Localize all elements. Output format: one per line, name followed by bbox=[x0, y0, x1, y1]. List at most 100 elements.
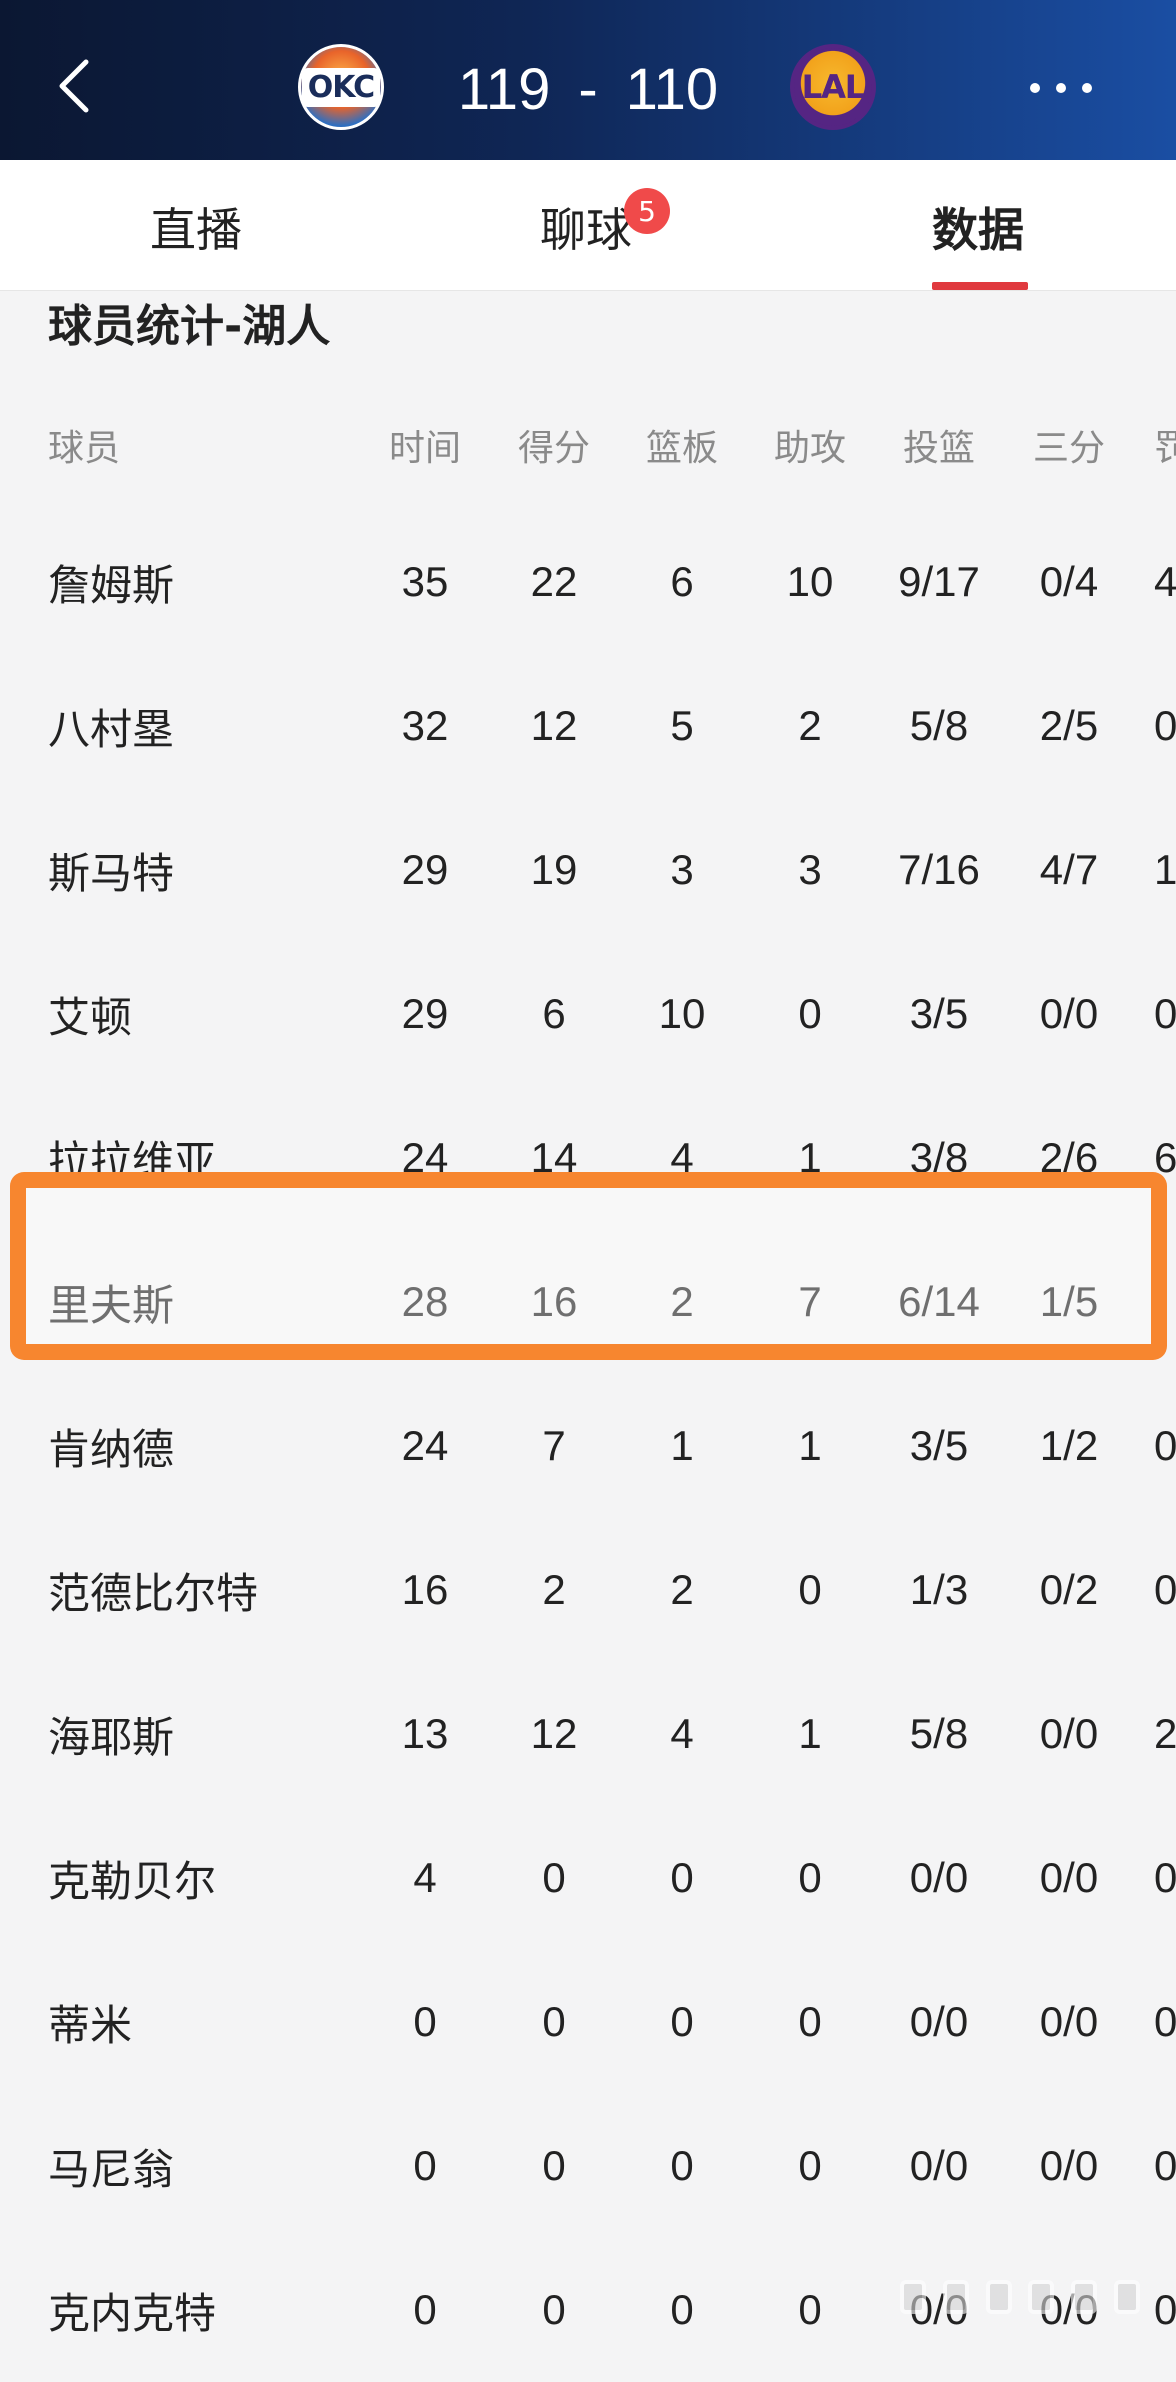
stat-cell: 0/2 bbox=[1039, 1566, 1099, 1613]
stat-cell: 2 bbox=[542, 1566, 566, 1613]
stat-cell: 19 bbox=[530, 846, 578, 893]
stat-cell: 0/0 bbox=[909, 2142, 969, 2189]
stat-cell: 1 bbox=[670, 1422, 694, 1469]
stat-cell: 6 bbox=[542, 990, 566, 1037]
player-name[interactable]: 八村塁 bbox=[48, 654, 368, 798]
table-row[interactable]: 海耶斯 13 12 4 1 5/8 0/0 2 bbox=[0, 1662, 1176, 1806]
stat-cell: 0 bbox=[542, 2286, 566, 2333]
stat-cell: 2/5 bbox=[1039, 702, 1099, 749]
table-row[interactable]: 斯马特 29 19 3 3 7/16 4/7 1 bbox=[0, 798, 1176, 942]
active-tab-indicator bbox=[932, 282, 1028, 290]
stat-cell: 0 bbox=[670, 2286, 694, 2333]
stat-cell: 9/17 bbox=[898, 558, 980, 605]
match-header: OKC 119 - 110 LAL bbox=[0, 0, 1176, 160]
table-row[interactable]: 蒂米 0 0 0 0 0/0 0/0 0 bbox=[0, 1950, 1176, 2094]
stat-cell: 12 bbox=[530, 702, 578, 749]
watermark-icon bbox=[900, 2280, 1140, 2320]
home-team-logo-text: OKC bbox=[301, 67, 381, 107]
player-name[interactable]: 肯纳德 bbox=[48, 1374, 368, 1518]
table-row[interactable]: 克勒贝尔 4 0 0 0 0/0 0/0 0 bbox=[0, 1806, 1176, 1950]
stat-cell: 10 bbox=[786, 558, 834, 605]
score-display: 119 - 110 bbox=[430, 54, 746, 124]
back-arrow-icon[interactable] bbox=[52, 56, 96, 116]
stat-cell: 2 bbox=[798, 702, 822, 749]
stat-cell: 7/16 bbox=[898, 846, 980, 893]
column-header[interactable]: 三分 bbox=[1004, 380, 1134, 510]
player-name[interactable]: 海耶斯 bbox=[48, 1662, 368, 1806]
stat-cell: 0 bbox=[413, 2142, 437, 2189]
table-row[interactable]: 艾顿 29 6 10 0 3/5 0/0 0 bbox=[0, 942, 1176, 1086]
player-name[interactable]: 克勒贝尔 bbox=[48, 1806, 368, 1950]
column-header[interactable]: 助攻 bbox=[746, 380, 874, 510]
stat-cell: 24 bbox=[401, 1422, 449, 1469]
player-name[interactable]: 蒂米 bbox=[48, 1950, 368, 2094]
stat-cell: 3/5 bbox=[909, 1422, 969, 1469]
stat-cell: 35 bbox=[401, 558, 449, 605]
away-team-logo[interactable]: LAL bbox=[790, 44, 876, 130]
stat-cell: 0/0 bbox=[1039, 1854, 1099, 1901]
stat-cell: 0 bbox=[542, 1998, 566, 2045]
stat-cell: 7 bbox=[542, 1422, 566, 1469]
stat-cell: 0 bbox=[1154, 990, 1176, 1037]
table-row[interactable]: 八村塁 32 12 5 2 5/8 2/5 0 bbox=[0, 654, 1176, 798]
table-row[interactable]: 肯纳德 24 7 1 1 3/5 1/2 0 bbox=[0, 1374, 1176, 1518]
stat-cell: 0 bbox=[413, 1998, 437, 2045]
stat-cell: 5/8 bbox=[909, 702, 969, 749]
stat-cell: 0 bbox=[798, 990, 822, 1037]
stat-cell: 0 bbox=[1154, 1854, 1176, 1901]
away-score: 110 bbox=[625, 56, 719, 122]
stat-cell: 0 bbox=[542, 2142, 566, 2189]
stat-cell: 4 bbox=[413, 1854, 437, 1901]
tab-data[interactable]: 数据 bbox=[932, 194, 1024, 257]
table-row[interactable]: 马尼翁 0 0 0 0 0/0 0/0 0 bbox=[0, 2094, 1176, 2238]
stat-cell: 0 bbox=[798, 2142, 822, 2189]
tab-bar: 直播 聊球 5 数据 bbox=[0, 160, 1176, 291]
table-header: 球员 时间 得分 篮板 助攻 投篮 三分 罚 bbox=[0, 380, 1176, 510]
stat-cell: 22 bbox=[530, 558, 578, 605]
stat-cell: 0 bbox=[1154, 1566, 1176, 1613]
stat-cell: 0 bbox=[670, 1998, 694, 2045]
stat-cell: 0/0 bbox=[1039, 2142, 1099, 2189]
column-header: 球员 bbox=[48, 428, 121, 469]
stat-cell: 0/0 bbox=[1039, 1710, 1099, 1757]
stat-cell: 0/4 bbox=[1039, 558, 1099, 605]
stat-cell: 0/0 bbox=[909, 1854, 969, 1901]
player-name[interactable]: 斯马特 bbox=[48, 798, 368, 942]
player-name[interactable]: 范德比尔特 bbox=[48, 1518, 368, 1662]
stat-cell: 5/8 bbox=[909, 1710, 969, 1757]
chat-badge: 5 bbox=[624, 188, 670, 234]
stat-cell: 1 bbox=[1154, 846, 1176, 893]
stat-cell: 6 bbox=[670, 558, 694, 605]
column-header[interactable]: 得分 bbox=[490, 380, 618, 510]
column-header[interactable]: 篮板 bbox=[618, 380, 746, 510]
tab-live[interactable]: 直播 bbox=[150, 194, 242, 257]
stat-cell: 0 bbox=[542, 1854, 566, 1901]
stat-cell: 3 bbox=[798, 846, 822, 893]
highlight-box bbox=[10, 1172, 1167, 1360]
column-header[interactable]: 投篮 bbox=[874, 380, 1004, 510]
stat-cell: 0 bbox=[798, 2286, 822, 2333]
stat-cell: 29 bbox=[401, 990, 449, 1037]
stat-cell: 16 bbox=[401, 1566, 449, 1613]
player-name[interactable]: 詹姆斯 bbox=[48, 510, 368, 654]
table-row[interactable]: 范德比尔特 16 2 2 0 1/3 0/2 0 bbox=[0, 1518, 1176, 1662]
tab-chat[interactable]: 聊球 bbox=[540, 194, 632, 257]
player-name[interactable]: 马尼翁 bbox=[48, 2094, 368, 2238]
stat-cell: 29 bbox=[401, 846, 449, 893]
stat-cell: 3/5 bbox=[909, 990, 969, 1037]
stat-cell: 1 bbox=[798, 1422, 822, 1469]
stat-cell: 5 bbox=[670, 702, 694, 749]
section-title: 球员统计-湖人 bbox=[48, 301, 331, 352]
table-row[interactable]: 詹姆斯 35 22 6 10 9/17 0/4 4 bbox=[0, 510, 1176, 654]
stat-cell: 2 bbox=[670, 1566, 694, 1613]
more-options-icon[interactable] bbox=[1030, 80, 1092, 96]
player-name[interactable]: 克内克特 bbox=[48, 2238, 368, 2382]
stat-cell: 0 bbox=[1154, 702, 1176, 749]
player-name[interactable]: 艾顿 bbox=[48, 942, 368, 1086]
column-header[interactable]: 时间 bbox=[360, 380, 490, 510]
home-team-logo[interactable]: OKC bbox=[298, 44, 384, 130]
stat-cell: 0 bbox=[413, 2286, 437, 2333]
stat-cell: 4 bbox=[1154, 558, 1176, 605]
column-header[interactable]: 罚 bbox=[1154, 380, 1176, 510]
stat-cell: 0 bbox=[798, 1998, 822, 2045]
